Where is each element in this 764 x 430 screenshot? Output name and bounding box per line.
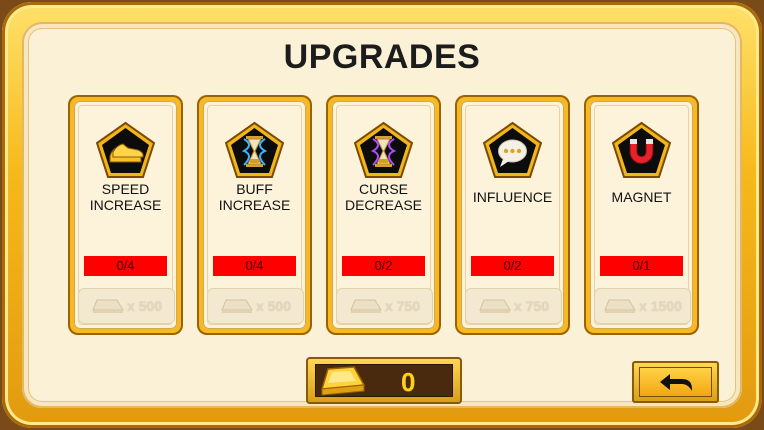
- back-arrow-icon: [659, 374, 692, 391]
- gold-bar-icon: [221, 299, 253, 313]
- hourglass-blue-icon: [224, 121, 285, 178]
- upgrade-price: x 750: [513, 298, 550, 314]
- upgrade-level-bar: 0/2: [342, 256, 425, 276]
- upgrade-card-buff: BUFF INCREASE 0/4 x 500: [197, 95, 312, 335]
- upgrade-price: x 1500: [639, 298, 682, 314]
- buy-influence-button[interactable]: x 750: [465, 288, 562, 324]
- upgrade-price: x 750: [384, 298, 421, 314]
- upgrade-level-bar: 0/1: [600, 256, 683, 276]
- page-title: UPGRADES: [283, 38, 481, 76]
- hourglass-purple-icon: [353, 121, 414, 178]
- upgrade-name-line1: SPEED: [101, 181, 150, 197]
- gold-bar-icon: [604, 299, 636, 313]
- gold-amount: 0: [401, 367, 416, 397]
- upgrade-name-line2: INCREASE: [89, 197, 162, 213]
- upgrade-card-curse: CURSE DECREASE 0/2 x 750: [326, 95, 441, 335]
- gold-bar-icon: [92, 299, 124, 313]
- upgrade-card-speed: SPEED INCREASE 0/4 x 500: [68, 95, 183, 335]
- upgrade-name-line2: DECREASE: [344, 197, 423, 213]
- upgrade-price: x 500: [255, 298, 292, 314]
- speech-bubble-icon: [482, 121, 543, 178]
- upgrade-level-bar: 0/4: [84, 256, 167, 276]
- upgrade-level-bar: 0/4: [213, 256, 296, 276]
- gold-bar-icon: [479, 299, 511, 313]
- buy-buff-increase-button[interactable]: x 500: [207, 288, 304, 324]
- buy-curse-decrease-button[interactable]: x 750: [336, 288, 433, 324]
- upgrade-name-line1: MAGNET: [611, 189, 672, 205]
- gold-bar-icon: [350, 299, 382, 313]
- upgrade-card-magnet: MAGNET 0/1 x 1500: [584, 95, 699, 335]
- golden-shoes-icon: [95, 121, 156, 178]
- back-button[interactable]: [632, 361, 719, 403]
- back-button-inner: [639, 367, 712, 397]
- gold-counter: 0: [306, 357, 462, 404]
- upgrade-card-influence: INFLUENCE 0/2 x 750: [455, 95, 570, 335]
- upgrade-name-line1: INFLUENCE: [472, 189, 553, 205]
- upgrade-name-line2: INCREASE: [218, 197, 291, 213]
- buy-speed-increase-button[interactable]: x 500: [78, 288, 175, 324]
- gold-bar-icon: [320, 366, 366, 396]
- upgrade-level-bar: 0/2: [471, 256, 554, 276]
- magnet-icon: [611, 121, 672, 178]
- upgrade-name-line1: CURSE: [358, 181, 408, 197]
- upgrade-price: x 500: [126, 298, 163, 314]
- buy-magnet-button[interactable]: x 1500: [594, 288, 691, 324]
- upgrade-name-line1: BUFF: [236, 181, 273, 197]
